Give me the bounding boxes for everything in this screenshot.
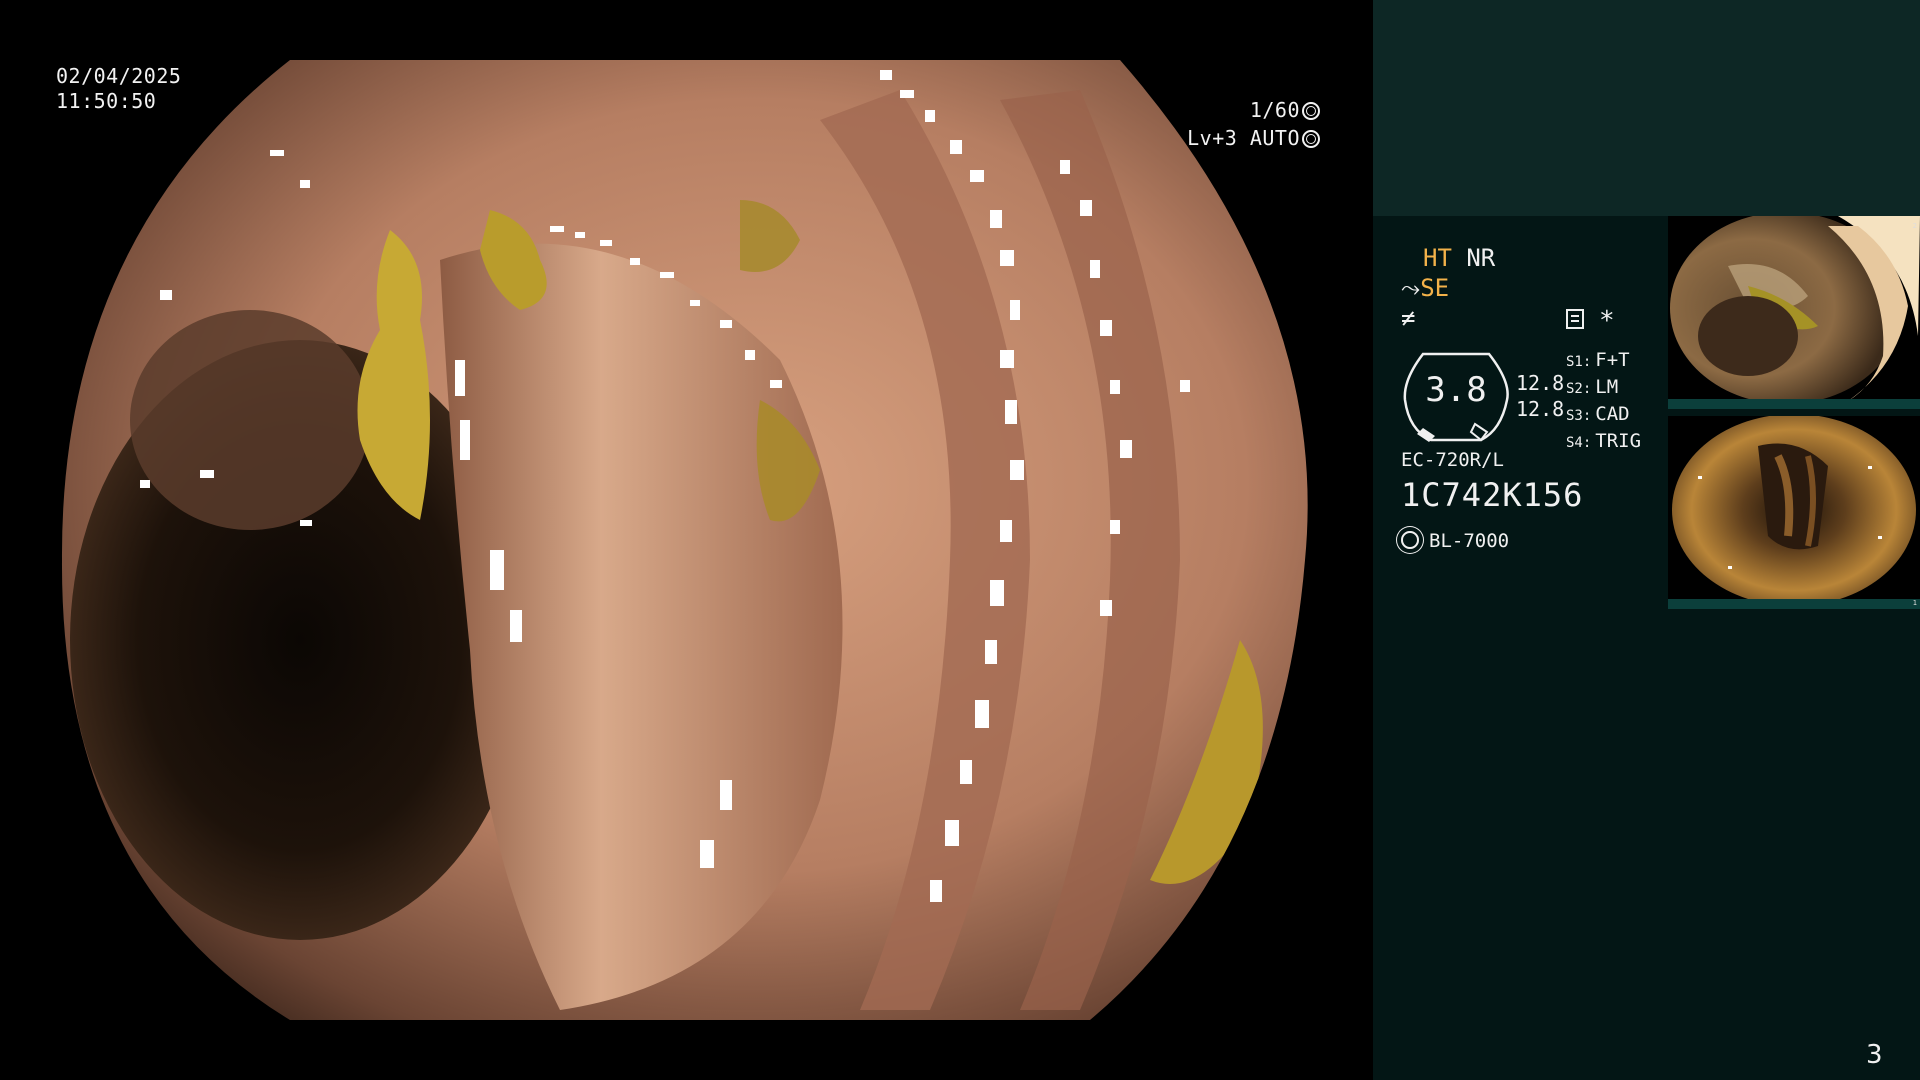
endoscope-view: 02/04/2025 11:50:50 1/60 Lv+3 AUTO — [0, 0, 1373, 1080]
setting-s3: S3: CAD — [1566, 403, 1630, 425]
shutter-overlay: 1/60 — [1180, 98, 1320, 123]
gauge-value: 3.8 — [1425, 370, 1487, 410]
gauge-number-top: 12.8 — [1516, 371, 1565, 395]
switch-settings: S1: F+T S2: LM S3: CAD S4: TRIG — [1566, 348, 1641, 456]
scope-serial: 1C742K156 — [1401, 476, 1584, 514]
menu-icon — [1566, 309, 1584, 329]
date-time-overlay: 02/04/2025 11:50:50 — [56, 64, 181, 114]
panel-header-area — [1373, 0, 1920, 216]
thumbnail-2-bar — [1668, 599, 1920, 609]
thumbnail-2-image — [1672, 416, 1916, 606]
thumbnail-2-index: 1 — [1912, 599, 1917, 607]
mode-nr: NR — [1466, 244, 1496, 272]
se-label: SE — [1420, 274, 1450, 302]
light-icon — [1401, 531, 1419, 549]
thumbnail-1-image — [1670, 216, 1920, 404]
filter-icon: ≠ — [1401, 304, 1416, 332]
page-number: 3 — [1866, 1040, 1883, 1070]
shutter-text: 1/60 — [1249, 98, 1300, 122]
thumbnail-1-index: 2 — [1912, 222, 1917, 230]
structure-enhancement-row: ⤳SE — [1401, 274, 1449, 302]
level-overlay: Lv+3 AUTO — [1150, 126, 1320, 151]
filter-row: ≠ — [1401, 304, 1415, 332]
thumbnail-1-bar — [1668, 399, 1920, 409]
time-text: 11:50:50 — [56, 89, 157, 113]
scope-model: EC-720R/L — [1401, 449, 1504, 471]
enhance-icon: ⤳ — [1401, 274, 1421, 302]
mode-ht: HT — [1423, 244, 1452, 272]
endoscope-image — [0, 0, 1373, 1080]
light-source-label: BL-7000 — [1429, 530, 1510, 552]
level-text: Lv+3 AUTO — [1187, 126, 1300, 150]
thumbnail-2[interactable]: 1 — [1668, 416, 1920, 609]
shutter-icon — [1302, 102, 1320, 120]
image-mode-row: HT NR — [1423, 244, 1495, 272]
date-text: 02/04/2025 — [56, 64, 182, 88]
info-panel: HT NR ⤳SE ≠ * 3.8 12.8 12.8 S1: F+T S2: LM… — [1373, 0, 1920, 1080]
setting-s2: S2: LM — [1566, 376, 1619, 398]
light-source: BL-7000 — [1401, 530, 1509, 552]
thumbnail-1[interactable]: 2 — [1668, 216, 1920, 409]
star-indicator: * — [1599, 306, 1615, 336]
gauge-number-bottom: 12.8 — [1516, 397, 1565, 421]
brightness-gauge: 3.8 — [1401, 352, 1511, 442]
setting-s1: S1: F+T — [1566, 349, 1630, 371]
setting-s4: S4: TRIG — [1566, 430, 1642, 452]
gauge-numbers: 12.8 12.8 — [1516, 370, 1564, 422]
iris-icon — [1302, 130, 1320, 148]
